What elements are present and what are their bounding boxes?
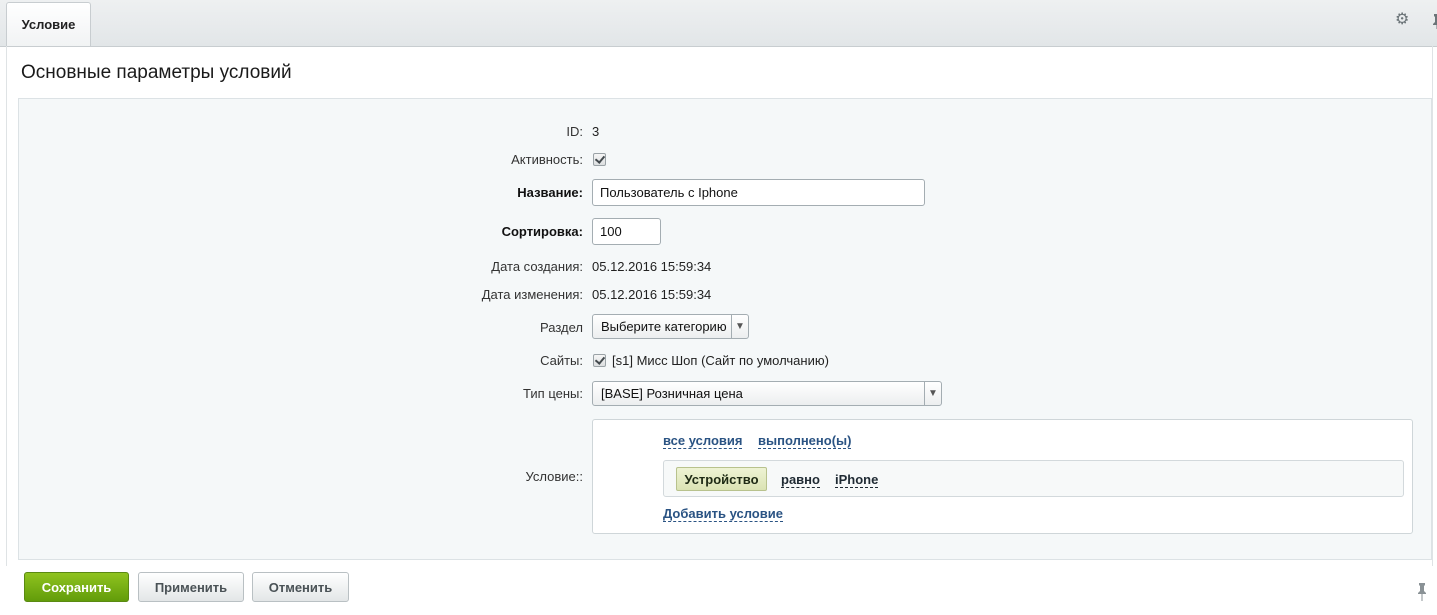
sort-input[interactable]: 100 [592, 218, 661, 245]
frame-right-border [1432, 46, 1433, 566]
id-value: 3 [592, 124, 600, 139]
fulfilled-link[interactable]: выполнено(ы) [758, 433, 852, 449]
active-checkbox[interactable] [593, 153, 606, 166]
created-label: Дата создания: [491, 259, 583, 274]
condition-label: Условие:: [525, 469, 583, 484]
modified-value: 05.12.2016 15:59:34 [592, 287, 712, 302]
section-select[interactable]: Выберите категорию ▼ [592, 314, 749, 339]
page-title: Основные параметры условий [21, 62, 292, 83]
tab-condition[interactable]: Условие [6, 2, 91, 46]
id-label: ID: [566, 124, 583, 139]
condition-rule-row [663, 460, 1404, 497]
price-type-label: Тип цены: [523, 386, 583, 401]
condition-operator-link[interactable]: равно [781, 472, 820, 488]
frame-left-border [6, 46, 7, 566]
cancel-button[interactable]: Отменить [252, 572, 349, 602]
active-label: Активность: [511, 152, 583, 167]
save-button[interactable]: Сохранить [24, 572, 129, 602]
section-select-value: Выберите категорию [601, 319, 727, 334]
name-label: Название: [517, 185, 583, 200]
price-type-select[interactable]: [BASE] Розничная цена ▼ [592, 381, 942, 406]
condition-value-link[interactable]: iPhone [835, 472, 879, 488]
condition-field-button[interactable]: Устройство [676, 467, 767, 491]
pin-icon[interactable] [1428, 12, 1437, 30]
apply-button[interactable]: Применить [138, 572, 244, 602]
sites-label: Сайты: [540, 353, 583, 368]
sites-value: [s1] Мисс Шоп (Сайт по умолчанию) [612, 353, 829, 368]
section-label: Раздел [540, 320, 583, 335]
name-input[interactable]: Пользователь с Iphone [592, 179, 925, 206]
pin-icon[interactable] [1416, 582, 1428, 602]
tab-bar: Условие ⚙ [0, 0, 1437, 47]
gear-icon[interactable]: ⚙ [1395, 12, 1411, 28]
sort-label: Сортировка: [501, 224, 583, 239]
chevron-down-icon[interactable]: ▼ [924, 382, 941, 405]
created-value: 05.12.2016 15:59:34 [592, 259, 712, 274]
add-condition-link[interactable]: Добавить условие [663, 506, 783, 522]
sites-checkbox[interactable] [593, 354, 606, 367]
all-conditions-link[interactable]: все условия [663, 433, 743, 449]
modified-label: Дата изменения: [481, 287, 583, 302]
price-type-select-value: [BASE] Розничная цена [601, 386, 743, 401]
chevron-down-icon[interactable]: ▼ [731, 315, 748, 338]
